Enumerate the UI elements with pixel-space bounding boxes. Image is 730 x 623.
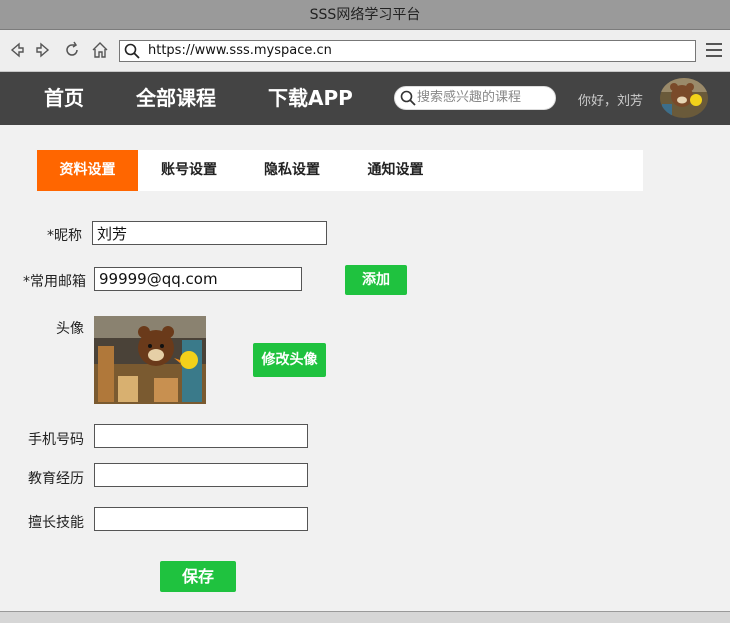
- home-icon[interactable]: [90, 40, 110, 60]
- tab-privacy-settings[interactable]: 隐私设置: [240, 150, 344, 191]
- education-label: 教育经历: [28, 471, 84, 487]
- tab-notification-settings[interactable]: 通知设置: [344, 150, 447, 191]
- change-avatar-button[interactable]: 修改头像: [253, 343, 326, 377]
- nav-download-app[interactable]: 下载APP: [268, 84, 353, 112]
- avatar[interactable]: [660, 78, 708, 118]
- user-greeting: 你好，刘芳: [578, 94, 644, 109]
- skills-label: 擅长技能: [28, 515, 84, 531]
- phone-field[interactable]: [94, 424, 308, 448]
- nickname-field[interactable]: [92, 221, 327, 245]
- search-placeholder: 搜索感兴趣的课程: [417, 90, 522, 105]
- education-field[interactable]: [94, 463, 308, 487]
- avatar-label: 头像: [56, 321, 84, 337]
- avatar-image: [94, 316, 206, 404]
- save-button[interactable]: 保存: [160, 561, 236, 592]
- reload-icon[interactable]: [62, 40, 82, 60]
- add-email-button[interactable]: 添加: [345, 265, 407, 295]
- nav-home[interactable]: 首页: [44, 84, 84, 112]
- forward-icon[interactable]: [33, 40, 53, 60]
- address-bar[interactable]: https://www.sss.myspace.cn: [119, 40, 696, 62]
- status-bar: [0, 611, 730, 623]
- phone-label: 手机号码: [28, 432, 84, 448]
- back-icon[interactable]: [7, 40, 27, 60]
- search-icon: [124, 43, 140, 59]
- browser-toolbar: https://www.sss.myspace.cn: [0, 30, 730, 72]
- window-title: SSS网络学习平台: [0, 0, 730, 30]
- course-search-input[interactable]: 搜索感兴趣的课程: [394, 86, 556, 110]
- url-text: https://www.sss.myspace.cn: [148, 43, 332, 58]
- skills-field[interactable]: [94, 507, 308, 531]
- tab-profile-settings[interactable]: 资料设置: [37, 150, 138, 191]
- tab-account-settings[interactable]: 账号设置: [138, 150, 240, 191]
- search-icon: [400, 90, 416, 106]
- menu-icon[interactable]: [706, 43, 722, 57]
- settings-tabs: 资料设置 账号设置 隐私设置 通知设置: [37, 150, 643, 191]
- nickname-label: *昵称: [47, 228, 82, 244]
- nav-all-courses[interactable]: 全部课程: [136, 84, 216, 112]
- email-field[interactable]: [94, 267, 302, 291]
- email-label: *常用邮箱: [23, 274, 86, 290]
